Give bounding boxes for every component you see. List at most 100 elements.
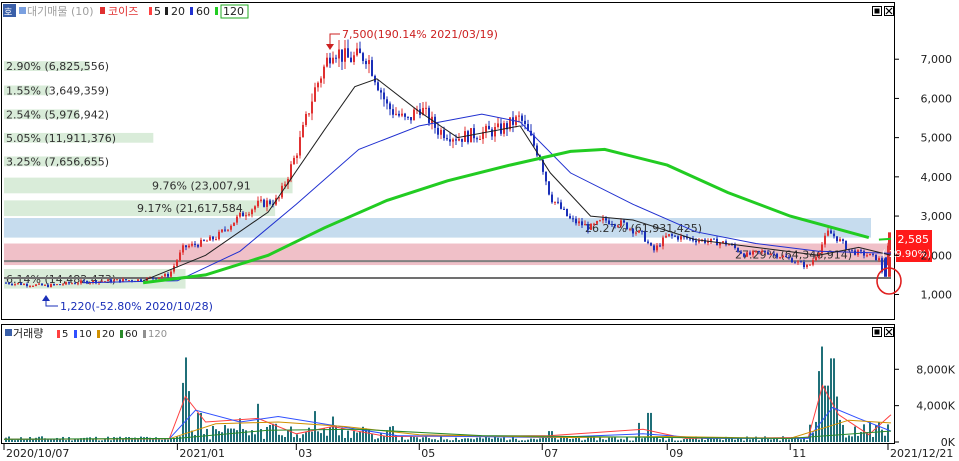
volume-bar: [806, 440, 808, 442]
candle-body: [179, 252, 181, 261]
y-tick-label: 7,000: [921, 53, 953, 66]
candle-body: [584, 224, 586, 226]
candle-body: [746, 252, 748, 257]
candle-body: [206, 240, 208, 242]
volume-bar: [380, 433, 382, 442]
volume-bar: [785, 439, 787, 442]
volume-panel-maximize-button[interactable]: [872, 327, 882, 337]
candle-body: [152, 277, 154, 279]
low-marker-arrowhead: [42, 295, 50, 301]
volume-bar: [605, 439, 607, 442]
volume-bar: [668, 438, 670, 442]
candle-body: [383, 92, 385, 100]
volume-bar: [482, 438, 484, 442]
candle-body: [851, 249, 853, 251]
volume-bar: [743, 440, 745, 442]
candle-body: [446, 138, 448, 140]
candle-body: [473, 128, 475, 139]
candle-body: [767, 252, 769, 255]
candle-body: [650, 242, 652, 246]
volume-bar: [254, 434, 256, 442]
candle-body: [80, 280, 82, 284]
volume-bar: [455, 437, 457, 442]
volume-legend-label[interactable]: 거래량: [13, 327, 43, 340]
candle-body: [494, 126, 496, 137]
volume-bar: [488, 437, 490, 442]
candle-body: [218, 231, 220, 240]
volume-bar: [356, 432, 358, 442]
candle-body: [386, 99, 388, 104]
candle-body: [53, 284, 55, 286]
candle-body: [233, 222, 235, 226]
legend-series-check-icon[interactable]: [19, 7, 26, 14]
volume-legend-check-icon[interactable]: [5, 329, 12, 336]
volume-bar: [215, 429, 217, 442]
volume-bar: [182, 382, 184, 442]
candle-body: [323, 66, 325, 79]
volume-bar: [191, 430, 193, 442]
candle-body: [341, 49, 343, 62]
legend-ma20-label[interactable]: 20: [171, 5, 185, 18]
volume-bar: [800, 439, 802, 442]
volume-bar: [128, 437, 130, 442]
candle-body: [344, 48, 346, 62]
price-panel-maximize-button[interactable]: [872, 6, 882, 16]
candle-body: [791, 258, 793, 263]
vol-legend-ma20-label[interactable]: 20: [102, 329, 115, 340]
candle-body: [455, 139, 457, 141]
volume-bar: [230, 428, 232, 442]
candle-body: [779, 257, 781, 259]
volume-bar: [278, 434, 280, 442]
legend-series-label[interactable]: 코이즈: [108, 5, 138, 18]
volume-bar: [47, 439, 49, 442]
candle-body: [548, 181, 550, 195]
maximize-icon-inner: [874, 8, 880, 14]
candle-body: [611, 224, 613, 226]
volume-bar: [845, 437, 847, 442]
candle-body: [65, 282, 67, 285]
volume-bar: [317, 431, 319, 442]
candle-body: [161, 276, 163, 278]
candle-body: [353, 55, 355, 63]
candle-body: [467, 131, 469, 143]
candle-body: [392, 109, 394, 115]
y-tick-label: 1,000: [921, 288, 953, 301]
candle-body: [200, 239, 202, 247]
volume-bar: [425, 436, 427, 442]
candle-body: [524, 120, 526, 125]
legend-indicator-name[interactable]: 대기매물 (10): [27, 5, 94, 18]
legend-tab-label: 호: [4, 7, 12, 18]
volume-bar: [872, 436, 874, 442]
volume-bar: [824, 385, 826, 442]
volume-profile-label: 5.05% (11,911,376): [6, 132, 116, 145]
volume-bar: [635, 437, 637, 442]
candle-body: [266, 200, 268, 207]
candle-body: [758, 250, 760, 252]
legend-ma5-label[interactable]: 5: [154, 5, 161, 18]
volume-bar: [224, 425, 226, 442]
volume-panel-close-button[interactable]: [884, 327, 894, 337]
volume-bar: [161, 439, 163, 442]
volume-bar: [842, 424, 844, 442]
candle-body: [308, 113, 310, 115]
candle-body: [452, 139, 454, 142]
candle-body: [239, 212, 241, 217]
candle-body: [677, 236, 679, 240]
candle-body: [557, 201, 559, 203]
candle-body: [77, 283, 79, 285]
vol-legend-ma60-label[interactable]: 60: [125, 329, 138, 340]
low-annotation: 1,220(-52.80% 2020/10/28): [60, 300, 213, 313]
legend-ma60-label[interactable]: 60: [196, 5, 210, 18]
candle-body: [668, 234, 670, 236]
vol-legend-ma120-label[interactable]: 120: [148, 329, 167, 340]
vol-legend-ma10-label[interactable]: 10: [79, 329, 92, 340]
price-panel-close-button[interactable]: [884, 6, 894, 16]
vol-legend-ma5-label[interactable]: 5: [62, 329, 68, 340]
volume-y-tick-label: 4,000K: [916, 400, 955, 413]
volume-bar: [638, 422, 640, 442]
volume-bar: [632, 440, 634, 442]
candle-body: [491, 129, 493, 137]
volume-bar: [533, 438, 535, 442]
vol-legend-ma60-swatch: [120, 330, 123, 338]
volume-bar: [686, 438, 688, 442]
